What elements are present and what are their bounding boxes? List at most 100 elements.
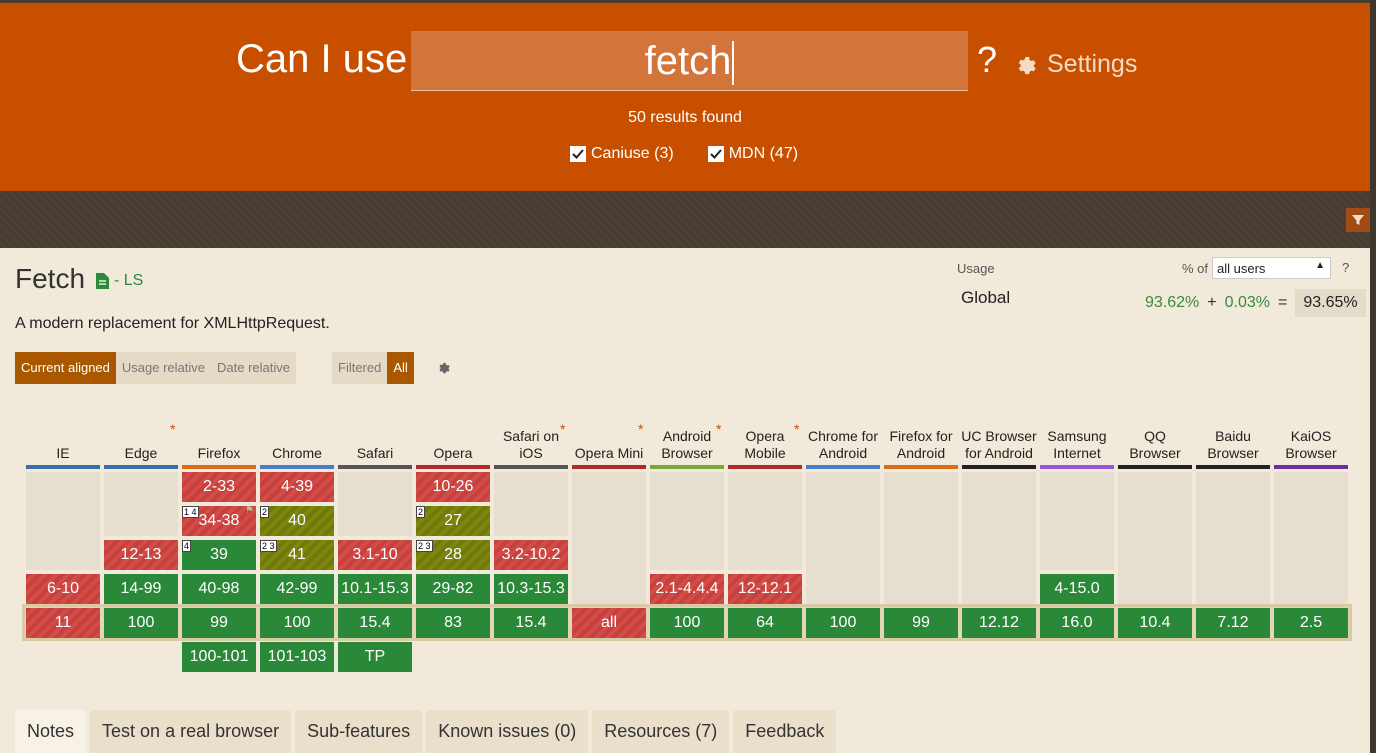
browser-color-bar bbox=[650, 465, 724, 469]
browser-header-opera-mini: Opera Mini bbox=[574, 445, 644, 461]
browser-color-bar bbox=[26, 465, 100, 469]
settings-label: Settings bbox=[1047, 50, 1138, 78]
spec-status-label: - LS bbox=[114, 272, 144, 289]
settings-button[interactable]: Settings bbox=[1015, 50, 1137, 79]
usage-users-select[interactable]: all users ▲ bbox=[1212, 257, 1331, 279]
search-help-link[interactable]: ? bbox=[977, 39, 997, 81]
filter-toggle-button[interactable] bbox=[1346, 208, 1370, 232]
browser-color-bar bbox=[1040, 465, 1114, 469]
results-count: 50 results found bbox=[628, 109, 742, 126]
table-settings-button[interactable] bbox=[436, 360, 450, 379]
note-reference-badge: 2 bbox=[260, 506, 270, 518]
document-icon bbox=[96, 273, 109, 289]
version-cell[interactable]: 11 bbox=[26, 608, 100, 638]
version-cell[interactable]: 12.12 bbox=[962, 608, 1036, 638]
spec-status-link[interactable]: - LS bbox=[96, 272, 143, 290]
version-cell[interactable]: 6-10 bbox=[26, 574, 100, 604]
checkbox-checked-icon bbox=[707, 146, 724, 162]
browser-header-kaios-browser: KaiOS Browser bbox=[1285, 428, 1337, 461]
browser-header-ie: IE bbox=[56, 445, 70, 461]
browser-color-bar bbox=[728, 465, 802, 469]
version-cell[interactable]: 15.4 bbox=[494, 608, 568, 638]
version-cell[interactable]: 2.5 bbox=[1274, 608, 1348, 638]
version-cell[interactable]: 101-103 bbox=[260, 642, 334, 672]
version-cell[interactable]: 100 bbox=[650, 608, 724, 638]
date-relative-button[interactable]: Date relative bbox=[211, 352, 296, 384]
flag-icon: ⚑ bbox=[245, 505, 254, 516]
version-cell[interactable]: 12-12.1 bbox=[728, 574, 802, 604]
browser-header-firefox: Firefox bbox=[197, 445, 241, 461]
version-cell[interactable]: 99 bbox=[884, 608, 958, 638]
empty-version-column bbox=[338, 472, 412, 536]
current-aligned-button[interactable]: Current aligned bbox=[15, 352, 116, 384]
version-cell[interactable]: 28 2 3 bbox=[416, 540, 490, 570]
version-cell[interactable]: 10.3-15.3 bbox=[494, 574, 568, 604]
version-cell[interactable]: 3.1-10 bbox=[338, 540, 412, 570]
tab-notes[interactable]: Notes bbox=[15, 710, 87, 753]
empty-version-column bbox=[962, 472, 1036, 604]
version-cell[interactable]: 40-98 bbox=[182, 574, 256, 604]
empty-version-column bbox=[494, 472, 568, 536]
version-cell[interactable]: 12-13 bbox=[104, 540, 178, 570]
feature-title: Fetch bbox=[15, 263, 86, 294]
site-logo-text[interactable]: Can I use bbox=[236, 37, 407, 82]
version-cell[interactable]: 99 bbox=[182, 608, 256, 638]
version-cell[interactable]: 100 bbox=[806, 608, 880, 638]
version-cell[interactable]: 10.4 bbox=[1118, 608, 1192, 638]
empty-version-column bbox=[728, 472, 802, 570]
prefix-asterisk-icon: * bbox=[716, 421, 722, 437]
version-cell[interactable]: 29-82 bbox=[416, 574, 490, 604]
usage-help-link[interactable]: ? bbox=[1342, 260, 1349, 275]
tab-test-browser[interactable]: Test on a real browser bbox=[90, 710, 292, 753]
version-cell[interactable]: TP bbox=[338, 642, 412, 672]
tab-known-issues[interactable]: Known issues (0) bbox=[426, 710, 589, 753]
usage-total: 93.65% bbox=[1295, 289, 1366, 317]
usage-relative-button[interactable]: Usage relative bbox=[115, 352, 211, 384]
tab-sub-features[interactable]: Sub-features bbox=[295, 710, 423, 753]
version-cell[interactable]: 3.2-10.2 bbox=[494, 540, 568, 570]
tab-resources[interactable]: Resources (7) bbox=[592, 710, 730, 753]
version-cell[interactable]: 15.4 bbox=[338, 608, 412, 638]
empty-version-column bbox=[572, 472, 646, 604]
usage-supported: 93.62% bbox=[1145, 294, 1200, 311]
browser-header-opera: Opera bbox=[433, 445, 473, 461]
version-cell[interactable]: all bbox=[572, 608, 646, 638]
version-cell[interactable]: 83 bbox=[416, 608, 490, 638]
note-reference-badge: 2 3 bbox=[260, 540, 277, 552]
version-cell[interactable]: 100 bbox=[104, 608, 178, 638]
version-cell[interactable]: 64 bbox=[728, 608, 802, 638]
version-cell[interactable]: 14-99 bbox=[104, 574, 178, 604]
version-cell[interactable]: 10.1-15.3 bbox=[338, 574, 412, 604]
browser-color-bar bbox=[104, 465, 178, 469]
version-cell[interactable]: 40 2 bbox=[260, 506, 334, 536]
version-cell[interactable]: 2.1-4.4.4 bbox=[650, 574, 724, 604]
mdn-filter-checkbox[interactable]: MDN (47) bbox=[707, 145, 798, 163]
filter-icon bbox=[1352, 215, 1364, 225]
version-cell[interactable]: 100 bbox=[260, 608, 334, 638]
empty-version-column bbox=[1274, 472, 1348, 604]
version-cell[interactable]: 7.12 bbox=[1196, 608, 1270, 638]
version-cell[interactable]: 42-99 bbox=[260, 574, 334, 604]
version-cell[interactable]: 4-39 bbox=[260, 472, 334, 502]
filtered-button[interactable]: Filtered bbox=[332, 352, 388, 384]
caniuse-filter-checkbox[interactable]: Caniuse (3) bbox=[570, 145, 674, 163]
version-cell[interactable]: 27 2 bbox=[416, 506, 490, 536]
version-cell[interactable]: 10-26 bbox=[416, 472, 490, 502]
browser-color-bar bbox=[1118, 465, 1192, 469]
version-cell[interactable]: 41 2 3 bbox=[260, 540, 334, 570]
browser-color-bar bbox=[182, 465, 256, 469]
version-cell[interactable]: 4-15.0 bbox=[1040, 574, 1114, 604]
version-cell[interactable]: 16.0 bbox=[1040, 608, 1114, 638]
browser-color-bar bbox=[416, 465, 490, 469]
version-cell[interactable]: 39 4 bbox=[182, 540, 256, 570]
browser-color-bar bbox=[1196, 465, 1270, 469]
version-cell[interactable]: 2-33 bbox=[182, 472, 256, 502]
version-cell[interactable]: 34-38 1 4 ⚑ bbox=[182, 506, 256, 536]
tab-feedback[interactable]: Feedback bbox=[733, 710, 837, 753]
search-input[interactable]: fetch bbox=[411, 31, 968, 91]
empty-version-column bbox=[1118, 472, 1192, 604]
all-button[interactable]: All bbox=[387, 352, 414, 384]
note-reference-badge: 2 3 bbox=[416, 540, 433, 552]
updown-icon: ▲ bbox=[1315, 260, 1325, 271]
version-cell[interactable]: 100-101 bbox=[182, 642, 256, 672]
